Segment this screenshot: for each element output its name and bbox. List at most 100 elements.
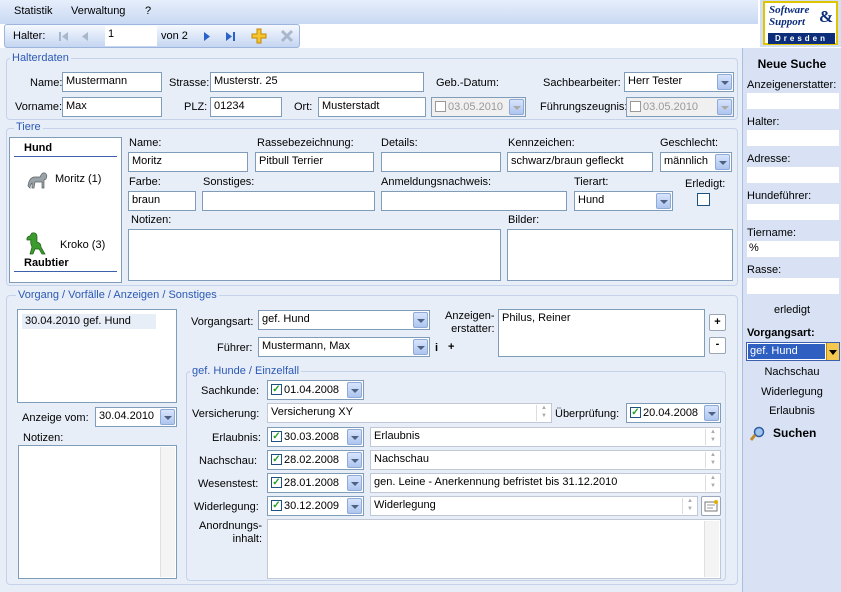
spinner-icon[interactable]	[705, 475, 719, 491]
fuehrungszeugnis-picker[interactable]: 03.05.2010	[626, 97, 734, 117]
spinner-icon[interactable]	[705, 429, 719, 445]
vorgang-notizen-textarea[interactable]	[18, 445, 177, 579]
checkmark-icon[interactable]: ✓	[271, 500, 282, 511]
chevron-down-icon[interactable]	[656, 193, 671, 209]
add-fuehrer-icon[interactable]: +	[448, 341, 454, 353]
scrollbar[interactable]	[704, 521, 719, 577]
tier-notizen-textarea[interactable]	[128, 229, 501, 281]
kennzeichen-field[interactable]: schwarz/braun gefleckt	[507, 152, 653, 172]
sachkunde-picker[interactable]: ✓ 01.04.2008	[267, 380, 364, 400]
calendar-dropdown-icon[interactable]	[717, 99, 732, 115]
details-field[interactable]	[381, 152, 501, 172]
sonstiges-field[interactable]	[202, 191, 375, 211]
tier-name-label: Name:	[129, 137, 162, 149]
ueberpruefung-picker[interactable]: ✓ 20.04.2008	[626, 403, 721, 423]
vorname-field[interactable]: Max	[62, 97, 162, 117]
chevron-down-icon[interactable]	[715, 154, 730, 170]
wesenstest-picker[interactable]: ✓ 28.01.2008	[267, 473, 364, 493]
remove-erstatter-button[interactable]: -	[709, 337, 726, 354]
chevron-down-icon[interactable]	[347, 475, 362, 491]
geb-datum-picker[interactable]: 03.05.2010	[431, 97, 526, 117]
wesenstest-text[interactable]: gen. Leine - Anerkennung befristet bis 3…	[370, 473, 721, 493]
checkmark-icon[interactable]: ✓	[271, 477, 282, 488]
animal-item-kroko[interactable]: Kroko (3)	[23, 230, 119, 255]
chevron-down-icon[interactable]	[413, 312, 428, 328]
fuehrungszeugnis-label: Führungszeugnis:	[540, 101, 628, 113]
versicherung-field[interactable]: Versicherung XY	[267, 403, 552, 423]
nachschau-text[interactable]: Nachschau	[370, 450, 721, 470]
chevron-down-icon[interactable]	[347, 429, 362, 445]
chevron-down-icon[interactable]	[347, 382, 362, 398]
anzeige-vom-picker[interactable]: 30.04.2010	[95, 407, 177, 427]
sb-erledigt-toggle[interactable]: erledigt	[743, 304, 841, 316]
sb-anzeigenerstatter-field[interactable]	[747, 93, 839, 109]
sb-vorgangsart-select[interactable]: gef. Hund	[746, 342, 840, 361]
erlaubnis-text[interactable]: Erlaubnis	[370, 427, 721, 447]
sb-adresse-field[interactable]	[747, 167, 839, 183]
erlaubnis-picker[interactable]: ✓ 30.03.2008	[267, 427, 364, 447]
spinner-icon[interactable]	[705, 452, 719, 468]
widerlegung-picker[interactable]: ✓ 30.12.2009	[267, 496, 364, 516]
chevron-down-icon[interactable]	[704, 405, 719, 421]
spinner-icon[interactable]	[682, 498, 696, 514]
geb-datum-checkbox[interactable]	[435, 101, 446, 112]
chevron-down-icon[interactable]	[160, 409, 175, 425]
sb-widerlegung-item[interactable]: Widerlegung	[743, 386, 841, 398]
sb-rasse-field[interactable]	[747, 278, 839, 294]
anzeigenerstatter-field[interactable]: Philus, Reiner	[498, 309, 705, 357]
fuehrer-select[interactable]: Mustermann, Max	[258, 337, 430, 357]
halter-name-field[interactable]: Mustermann	[62, 72, 162, 92]
sb-nachschau-item[interactable]: Nachschau	[743, 366, 841, 378]
sachbearbeiter-select[interactable]: Herr Tester	[624, 72, 734, 92]
menu-statistik[interactable]: Statistik	[14, 5, 53, 17]
tierart-select[interactable]: Hund	[574, 191, 673, 211]
last-record-icon[interactable]	[223, 28, 239, 44]
anmeldungsnachweis-field[interactable]	[381, 191, 567, 211]
sb-halter-field[interactable]	[747, 130, 839, 146]
nachschau-picker[interactable]: ✓ 28.02.2008	[267, 450, 364, 470]
delete-record-icon[interactable]	[279, 28, 295, 44]
checkmark-icon[interactable]: ✓	[271, 431, 282, 442]
calendar-dropdown-icon[interactable]	[509, 99, 524, 115]
chevron-down-icon[interactable]	[717, 74, 732, 90]
spinner-icon[interactable]	[536, 405, 550, 421]
checkmark-icon[interactable]: ✓	[630, 407, 641, 418]
erledigt-checkbox[interactable]	[697, 193, 710, 206]
chevron-down-icon[interactable]	[347, 452, 362, 468]
next-record-icon[interactable]	[199, 28, 215, 44]
farbe-field[interactable]: braun	[128, 191, 196, 211]
vorgang-list-item[interactable]: 30.04.2010 gef. Hund	[22, 314, 156, 329]
sb-hundefuehrer-field[interactable]	[747, 204, 839, 220]
checkmark-icon[interactable]: ✓	[271, 454, 282, 465]
add-record-icon[interactable]	[251, 28, 267, 44]
suchen-button[interactable]: Suchen	[749, 425, 837, 443]
chevron-down-icon[interactable]	[826, 343, 839, 360]
sb-tiername-field[interactable]: %	[747, 241, 839, 257]
menu-verwaltung[interactable]: Verwaltung	[71, 5, 125, 17]
fuehrungszeugnis-checkbox[interactable]	[630, 101, 641, 112]
sb-hundefuehrer-label: Hundeführer:	[747, 190, 812, 202]
anordnungsinhalt-textarea[interactable]	[267, 519, 721, 579]
chevron-down-icon[interactable]	[413, 339, 428, 355]
animal-item-moritz[interactable]: Moritz (1)	[24, 168, 120, 192]
checkmark-icon[interactable]: ✓	[271, 384, 282, 395]
ort-field[interactable]: Musterstadt	[318, 97, 426, 117]
widerlegung-document-button[interactable]	[701, 496, 721, 516]
add-erstatter-button[interactable]: +	[709, 314, 726, 331]
menu-help[interactable]: ?	[145, 5, 151, 17]
record-number-field[interactable]: 1	[105, 26, 157, 46]
bilder-area[interactable]	[507, 229, 733, 281]
vorgangsart-select[interactable]: gef. Hund	[258, 310, 430, 330]
chevron-down-icon[interactable]	[347, 498, 362, 514]
rasse-field[interactable]: Pitbull Terrier	[255, 152, 374, 172]
plz-field[interactable]: 01234	[210, 97, 282, 117]
first-record-icon[interactable]	[55, 28, 71, 44]
sb-erlaubnis-item[interactable]: Erlaubnis	[743, 405, 841, 417]
tier-name-field[interactable]: Moritz	[128, 152, 248, 172]
geschlecht-select[interactable]: männlich	[660, 152, 732, 172]
widerlegung-text[interactable]: Widerlegung	[370, 496, 698, 516]
scrollbar[interactable]	[160, 447, 175, 577]
strasse-field[interactable]: Musterstr. 25	[210, 72, 424, 92]
info-icon[interactable]: i	[435, 342, 438, 354]
previous-record-icon[interactable]	[77, 28, 93, 44]
